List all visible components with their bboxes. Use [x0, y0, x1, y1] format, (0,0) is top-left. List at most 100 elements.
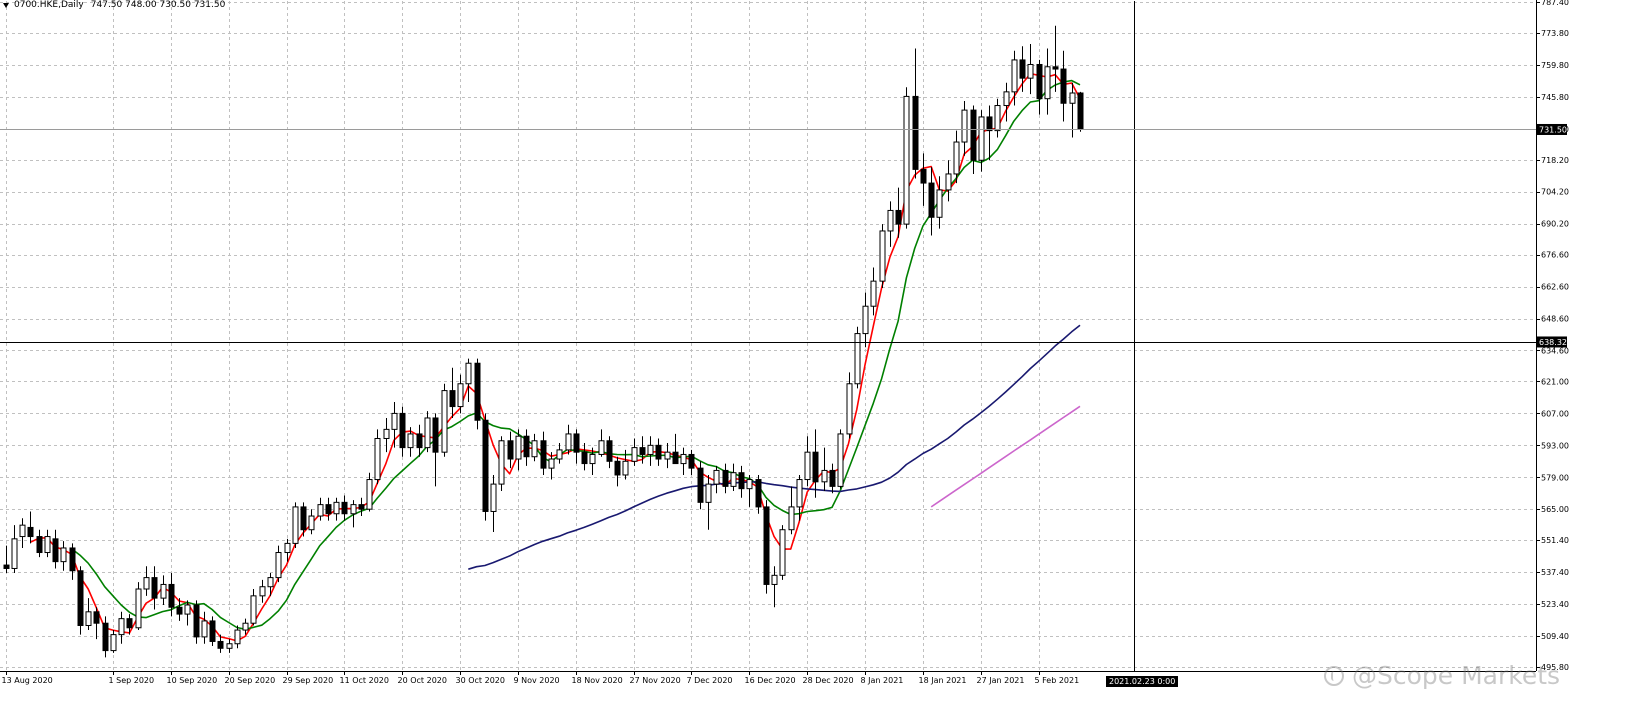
- candle-body-down: [606, 440, 613, 462]
- candlestick: [259, 579, 266, 603]
- candlestick: [118, 611, 125, 644]
- candle-body-up: [457, 383, 464, 408]
- candlestick: [383, 417, 390, 453]
- candle-body-down: [755, 479, 762, 508]
- candle-body-down: [151, 577, 158, 599]
- candlestick: [573, 429, 580, 464]
- candlestick: [482, 413, 489, 521]
- y-tick-label: 648.60: [1541, 315, 1569, 324]
- candlestick: [135, 582, 142, 631]
- candle-body-up: [870, 280, 877, 307]
- candle-body-up: [846, 383, 853, 435]
- candle-body-down: [763, 506, 770, 585]
- candle-body-up: [19, 524, 26, 538]
- x-tick-label: 28 Dec 2020: [803, 676, 854, 685]
- candlestick: [341, 495, 348, 521]
- candle-body-down: [738, 472, 745, 490]
- candle-body-up: [531, 440, 538, 458]
- candle-body-up: [242, 622, 249, 631]
- y-tick-label: 579.00: [1541, 473, 1569, 482]
- candlestick: [672, 433, 679, 465]
- candle-body-down: [69, 547, 76, 572]
- candle-body-down: [126, 618, 133, 629]
- x-tick-label: 9 Nov 2020: [514, 676, 560, 685]
- ma-slow-line: [468, 324, 1081, 570]
- x-tick-label: 10 Sep 2020: [167, 676, 218, 685]
- candle-body-up: [11, 538, 18, 569]
- candle-body-down: [399, 412, 406, 449]
- candle-body-up: [407, 433, 414, 449]
- candlestick: [44, 529, 51, 558]
- current-price-label: 731.50: [1539, 125, 1567, 134]
- x-tick-label: 18 Nov 2020: [572, 676, 623, 685]
- y-tick-label: 565.00: [1541, 505, 1569, 514]
- candlestick: [193, 600, 200, 644]
- y-tick-label: 745.80: [1541, 93, 1569, 102]
- candle-body-down: [449, 390, 456, 408]
- candlestick: [1077, 91, 1084, 132]
- candlestick: [829, 463, 836, 494]
- candlestick: [688, 449, 695, 475]
- watermark-text: @Scope Markets: [1352, 661, 1561, 690]
- candle-body-down: [176, 606, 183, 615]
- candlestick: [722, 463, 729, 494]
- x-tick-label: 27 Jan 2021: [977, 676, 1025, 685]
- candle-body-up: [515, 435, 522, 460]
- candlestick: [60, 541, 67, 571]
- x-tick-label: 13 Aug 2020: [2, 676, 53, 685]
- price-chart[interactable]: 495.80509.40523.40537.40551.40565.00579.…: [0, 0, 1631, 721]
- candle-body-up: [226, 643, 233, 649]
- x-tick-label: 8 Jan 2021: [861, 676, 904, 685]
- candlestick: [201, 611, 208, 644]
- candle-body-up: [284, 542, 291, 554]
- candle-body-down: [1036, 63, 1043, 100]
- y-tick-label: 509.40: [1541, 632, 1569, 641]
- collapse-triangle-icon[interactable]: [3, 3, 9, 8]
- y-tick-label: 607.00: [1541, 409, 1569, 418]
- candle-body-up: [184, 604, 191, 615]
- candle-body-down: [77, 570, 84, 626]
- candlestick: [837, 429, 844, 489]
- candle-body-up: [234, 629, 241, 645]
- chart-window[interactable]: 495.80 509.40 523.40 537.40 551.40 565.00 579.…: [0, 0, 1631, 721]
- y-tick-label: 690.20: [1541, 220, 1569, 229]
- y-tick-label: 718.20: [1541, 156, 1569, 165]
- candle-body-down: [722, 469, 729, 487]
- candle-body-up: [936, 189, 943, 218]
- watermark-logo-icon: [1324, 665, 1344, 686]
- x-tick-label: 11 Oct 2020: [340, 676, 389, 685]
- candlestick: [77, 566, 84, 635]
- candle-body-down: [300, 506, 307, 531]
- crosshair-price-label: 638.32: [1539, 338, 1567, 347]
- watermark: @Scope Markets: [1324, 661, 1560, 690]
- candlestick: [870, 267, 877, 316]
- candle-body-up: [771, 574, 778, 585]
- candle-body-down: [688, 453, 695, 469]
- candle-body-up: [622, 460, 629, 476]
- candle-body-up: [424, 417, 431, 449]
- candlestick: [366, 472, 373, 512]
- candle-body-up: [978, 116, 985, 161]
- candle-body-up: [647, 444, 654, 455]
- candle-body-down: [1019, 59, 1026, 79]
- candle-body-down: [416, 433, 423, 449]
- candle-body-up: [366, 479, 373, 510]
- candle-body-up: [350, 504, 357, 515]
- candle-body-down: [895, 209, 902, 225]
- candle-body-down: [209, 620, 216, 642]
- candlestick: [27, 511, 34, 544]
- candle-body-up: [961, 109, 968, 143]
- candle-body-up: [945, 173, 952, 191]
- candlestick: [449, 367, 456, 418]
- candlestick: [647, 436, 654, 466]
- candlestick: [424, 411, 431, 453]
- candlestick: [498, 436, 505, 491]
- candlestick: [895, 187, 902, 238]
- y-tick-label: 551.40: [1541, 536, 1569, 545]
- candle-body-up: [664, 451, 671, 460]
- x-tick-label: 18 Jan 2021: [919, 676, 967, 685]
- candlestick: [846, 372, 853, 439]
- candlestick: [779, 525, 786, 580]
- candlestick: [250, 589, 257, 626]
- candle-body-up: [110, 634, 117, 652]
